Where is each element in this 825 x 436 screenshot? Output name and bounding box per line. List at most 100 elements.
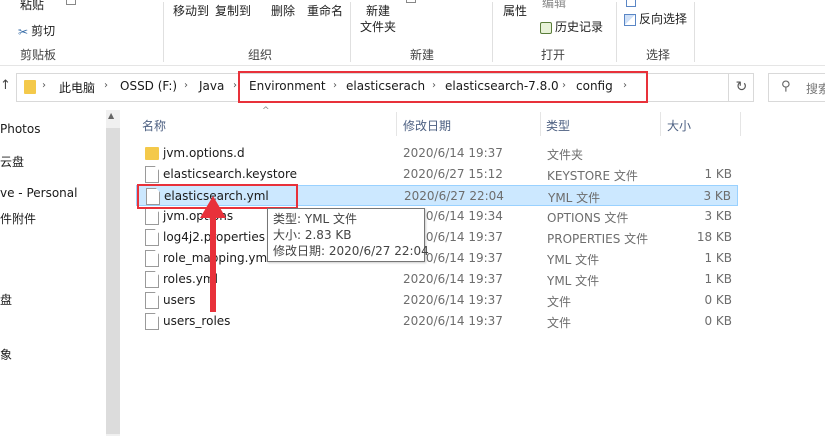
invert-selection-label: 反向选择 [639, 12, 688, 26]
sort-ascending-icon: ^ [262, 106, 270, 116]
file-icon [145, 313, 159, 330]
cut-button[interactable]: ✂ 剪切 [18, 22, 55, 39]
file-name: users_roles [163, 314, 231, 328]
list-item[interactable]: roles.yml 2020/6/14 19:37 YML 文件 1 KB [136, 269, 738, 290]
up-arrow-icon[interactable]: ↑ [0, 78, 11, 93]
invert-selection-icon [624, 13, 636, 26]
nav-item-cloud[interactable]: 云盘 [0, 153, 24, 170]
select-all-button[interactable] [626, 0, 638, 8]
file-name: jvm.options.d [163, 146, 245, 160]
folder-icon [145, 147, 159, 160]
edit-button[interactable]: 编辑 [542, 0, 566, 11]
file-icon [145, 271, 159, 288]
file-name: users [163, 293, 196, 307]
paste-button[interactable]: 粘贴 [20, 0, 44, 13]
breadcrumb-drive[interactable]: OSSD (F:) [120, 79, 177, 93]
file-date: 2020/6/27 22:04 [404, 189, 504, 203]
nav-item-attachments[interactable]: 件附件 [0, 210, 36, 227]
copy-path-button[interactable] [66, 0, 156, 5]
ribbon-divider [350, 2, 351, 62]
clipboard-group-label: 剪贴板 [20, 48, 57, 62]
nav-item-disk[interactable]: 盘 [0, 291, 12, 308]
open-group-label: 打开 [541, 48, 566, 62]
nav-item-pictures[interactable]: 象 [0, 346, 12, 363]
search-placeholder: 搜索 [806, 82, 825, 96]
chevron-right-icon[interactable]: › [104, 80, 108, 91]
ribbon: 粘贴 ✂ 剪切 剪贴板 移动到 复制到 删除 重命名 组织 新建 文件夹 新建 属… [0, 0, 825, 66]
search-icon: ⚲ [781, 79, 791, 94]
file-type: PROPERTIES 文件 [547, 232, 649, 246]
refresh-icon[interactable]: ↻ [728, 73, 754, 102]
delete-button[interactable]: 删除 [271, 2, 295, 19]
file-icon [145, 166, 159, 183]
file-size: 3 KB [704, 209, 732, 223]
history-icon [540, 21, 552, 34]
column-name[interactable]: 名称 [142, 117, 166, 134]
scissors-icon: ✂ [18, 24, 29, 39]
column-date[interactable]: 修改日期 [403, 117, 451, 134]
cut-label: 剪切 [31, 24, 56, 38]
navigation-pane: Photos 云盘 ve - Personal 件附件 盘 象 [0, 108, 120, 436]
red-arrow-annotation [200, 196, 226, 312]
copy-to-button[interactable]: 复制到 [215, 2, 251, 19]
move-to-button[interactable]: 移动到 [173, 2, 209, 19]
list-item[interactable]: users_roles 2020/6/14 19:37 文件 0 KB [136, 311, 738, 332]
file-type: 文件 [547, 316, 572, 330]
list-item[interactable]: log4j2.properties 2020/6/14 19:37 PROPER… [136, 227, 738, 248]
list-item[interactable]: role_mapping.yml 2020/6/14 19:37 YML 文件 … [136, 248, 738, 269]
scrollbar-thumb[interactable] [106, 128, 120, 434]
history-button[interactable]: 历史记录 [540, 18, 603, 35]
file-type: 文件 [547, 295, 572, 309]
file-date: 2020/6/14 19:37 [403, 272, 503, 286]
nav-item-onedrive[interactable]: ve - Personal [0, 186, 77, 200]
ribbon-divider [694, 2, 695, 62]
tooltip-type: 类型: YML 文件 [273, 212, 358, 226]
column-divider[interactable] [396, 112, 397, 136]
file-size: 1 KB [704, 167, 732, 181]
breadcrumb-this-pc[interactable]: 此电脑 [59, 79, 95, 96]
chevron-right-icon[interactable]: › [42, 80, 46, 91]
path-highlight-box [238, 71, 648, 103]
nav-item-photos[interactable]: Photos [0, 122, 40, 136]
column-size[interactable]: 大小 [667, 117, 691, 134]
breadcrumb-java[interactable]: Java [199, 79, 224, 93]
ribbon-divider [616, 2, 617, 62]
properties-button[interactable]: 属性 [503, 2, 527, 19]
list-item[interactable]: users 2020/6/14 19:37 文件 0 KB [136, 290, 738, 311]
column-divider[interactable] [660, 112, 661, 136]
select-all-icon [626, 0, 636, 7]
file-icon [145, 208, 159, 225]
scroll-up-icon[interactable]: ▲ [108, 111, 114, 120]
chevron-right-icon[interactable]: › [233, 80, 237, 91]
new-item-button[interactable] [406, 0, 466, 3]
column-divider[interactable] [540, 112, 541, 136]
file-name: elasticsearch.keystore [163, 167, 297, 181]
file-type: YML 文件 [547, 274, 600, 288]
new-group-label: 新建 [410, 48, 435, 62]
file-type: OPTIONS 文件 [547, 211, 629, 225]
column-type[interactable]: 类型 [546, 117, 570, 134]
file-tooltip: 类型: YML 文件 大小: 2.83 KB 修改日期: 2020/6/27 2… [267, 208, 429, 262]
rename-button[interactable]: 重命名 [307, 2, 343, 19]
file-date: 2020/6/14 19:37 [403, 146, 503, 160]
file-size: 18 KB [696, 230, 732, 244]
chevron-right-icon[interactable]: › [184, 80, 188, 91]
list-item[interactable]: jvm.options.d 2020/6/14 19:37 文件夹 [136, 143, 738, 164]
file-icon [145, 250, 159, 267]
file-date: 2020/6/14 19:37 [403, 293, 503, 307]
file-icon [145, 229, 159, 246]
column-divider[interactable] [740, 112, 741, 136]
ribbon-divider [492, 2, 493, 62]
new-folder-button[interactable]: 新建 [366, 2, 390, 19]
file-size: 3 KB [703, 189, 731, 203]
file-size: 1 KB [704, 251, 732, 265]
history-label: 历史记录 [555, 20, 604, 34]
file-size: 0 KB [704, 293, 732, 307]
ribbon-divider [163, 2, 164, 62]
file-size: 1 KB [704, 272, 732, 286]
list-item[interactable]: jvm.options 2020/6/14 19:34 OPTIONS 文件 3… [136, 206, 738, 227]
file-type: YML 文件 [548, 191, 601, 205]
list-item[interactable]: elasticsearch.keystore 2020/6/27 15:12 K… [136, 164, 738, 185]
invert-selection-button[interactable]: 反向选择 [624, 10, 687, 27]
file-date: 2020/6/27 15:12 [403, 167, 503, 181]
